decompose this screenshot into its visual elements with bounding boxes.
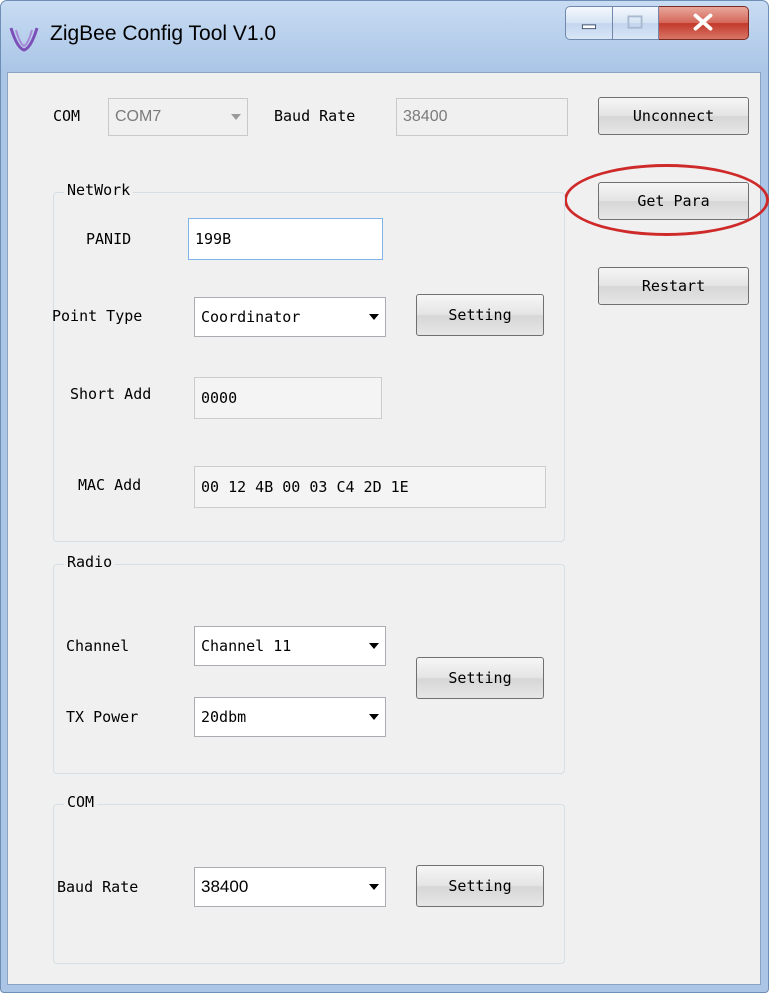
tx-power-select[interactable]: 20dbm xyxy=(194,697,386,737)
unconnect-button[interactable]: Unconnect xyxy=(598,97,749,135)
point-type-value: Coordinator xyxy=(201,308,301,326)
tx-power-value: 20dbm xyxy=(201,708,247,726)
channel-select[interactable]: Channel 11 xyxy=(194,626,386,666)
com-baud-rate-select[interactable]: 38400 xyxy=(194,867,386,907)
panid-label: PANID xyxy=(86,230,132,248)
com-label: COM xyxy=(53,107,81,125)
chevron-down-icon xyxy=(225,99,247,135)
close-icon xyxy=(693,13,713,31)
com-baud-rate-label: Baud Rate xyxy=(57,878,139,896)
channel-label: Channel xyxy=(66,637,130,655)
baud-rate-field[interactable]: 38400 xyxy=(396,98,568,136)
short-add-field[interactable]: 0000 xyxy=(194,377,382,419)
maximize-icon xyxy=(627,15,643,29)
minimize-button[interactable] xyxy=(565,6,613,40)
chevron-down-icon xyxy=(363,868,385,906)
radio-group-title: Radio xyxy=(64,553,116,571)
tx-power-label: TX Power xyxy=(66,708,139,726)
chevron-down-icon xyxy=(363,298,385,336)
close-button[interactable] xyxy=(659,6,749,40)
point-type-label: Point Type xyxy=(52,307,143,325)
mac-add-field[interactable]: 00 12 4B 00 03 C4 2D 1E xyxy=(194,466,546,508)
short-add-value: 0000 xyxy=(201,389,238,407)
panid-value: 199B xyxy=(195,230,232,248)
chevron-down-icon xyxy=(363,627,385,665)
mac-add-label: MAC Add xyxy=(78,476,142,494)
network-setting-button[interactable]: Setting xyxy=(416,294,544,336)
chevron-down-icon xyxy=(363,698,385,736)
network-group-title: NetWork xyxy=(64,181,134,199)
com-group-title: COM xyxy=(64,793,98,811)
zigbee-app-icon xyxy=(8,22,40,54)
point-type-select[interactable]: Coordinator xyxy=(194,297,386,337)
com-port-value: COM7 xyxy=(115,108,162,125)
com-setting-button[interactable]: Setting xyxy=(416,865,544,907)
radio-setting-button[interactable]: Setting xyxy=(416,657,544,699)
baud-rate-value: 38400 xyxy=(403,108,448,125)
maximize-button[interactable] xyxy=(613,6,659,40)
short-add-label: Short Add xyxy=(70,385,152,403)
highlight-ring xyxy=(564,164,769,236)
com-port-select[interactable]: COM7 xyxy=(108,98,248,136)
window-title: ZigBee Config Tool V1.0 xyxy=(50,22,277,45)
baud-rate-label: Baud Rate xyxy=(274,107,356,125)
mac-add-value: 00 12 4B 00 03 C4 2D 1E xyxy=(201,478,409,496)
restart-button[interactable]: Restart xyxy=(598,267,749,305)
channel-value: Channel 11 xyxy=(201,637,292,655)
minimize-icon xyxy=(581,24,597,30)
com-baud-rate-value: 38400 xyxy=(201,877,249,896)
panid-input[interactable]: 199B xyxy=(188,218,383,260)
